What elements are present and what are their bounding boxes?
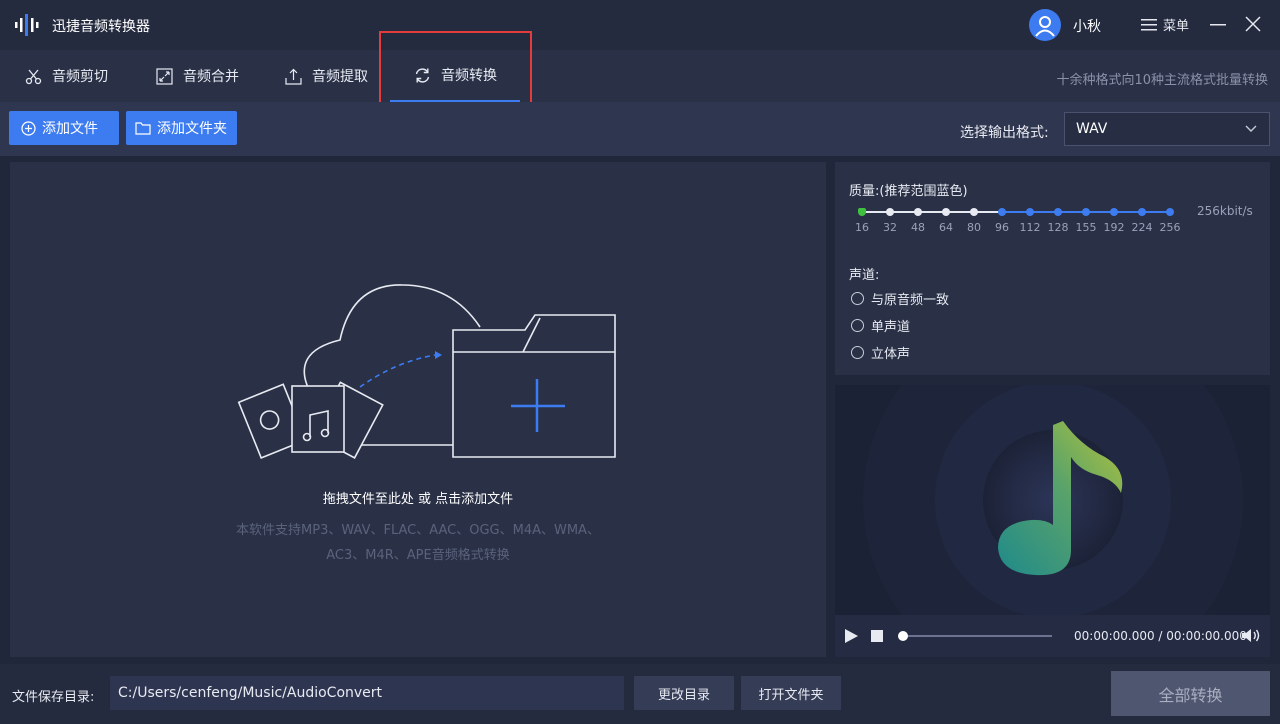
channel-original-radio[interactable]: 与原音频一致 <box>851 289 949 308</box>
radio-label: 单声道 <box>871 320 911 335</box>
time-display: 00:00:00.000 / 00:00:00.000 <box>1074 629 1247 643</box>
channel-label: 声道: <box>849 268 880 283</box>
drop-illustration-icon <box>237 284 616 459</box>
radio-label: 与原音频一致 <box>871 293 950 308</box>
username[interactable]: 小秋 <box>1073 16 1101 36</box>
scissors-icon <box>25 69 42 84</box>
toolbar: 添加文件 添加文件夹 选择输出格式: WAV <box>0 102 1280 156</box>
quality-stop[interactable] <box>886 208 894 216</box>
chevron-down-icon <box>1245 125 1257 132</box>
quality-tick-label: 32 <box>883 221 897 234</box>
quality-tick-label: 96 <box>995 221 1009 234</box>
user-icon <box>1035 16 1055 37</box>
quality-tick-label: 192 <box>1103 221 1125 234</box>
player-controls: 00:00:00.000 / 00:00:00.000 <box>835 615 1270 657</box>
quality-tick-label: 64 <box>939 221 953 234</box>
app-window: 迅捷音频转换器 小秋 菜单 音频剪切 音频合并 音频提取 音频转换 十余种格式向… <box>0 0 1280 724</box>
tab-label: 音频合并 <box>183 69 239 85</box>
change-dir-label: 更改目录 <box>657 687 710 703</box>
supported-formats: 本软件支持MP3、WAV、FLAC、AAC、OGG、M4A、WMA、 AC3、M… <box>220 518 616 568</box>
quality-stop[interactable] <box>914 208 922 216</box>
quality-stop[interactable] <box>998 208 1006 216</box>
channel-mono-radio[interactable]: 单声道 <box>851 316 910 335</box>
format-select[interactable]: WAV <box>1064 112 1270 146</box>
seek-handle[interactable] <box>898 631 908 641</box>
save-path-value: C:/Users/cenfeng/Music/AudioConvert <box>118 685 383 701</box>
title-bar: 迅捷音频转换器 小秋 菜单 <box>0 0 1280 50</box>
play-icon[interactable] <box>844 628 859 644</box>
quality-label: 质量:(推荐范围蓝色) <box>849 184 968 199</box>
channel-stereo-radio[interactable]: 立体声 <box>851 343 910 362</box>
settings-panel: 质量:(推荐范围蓝色) 16 32 48 64 80 96 112 128 155 192 224 2… <box>835 162 1270 375</box>
radio-circle <box>851 346 864 359</box>
quality-tick-label: 16 <box>855 221 869 234</box>
tab-bar: 音频剪切 音频合并 音频提取 音频转换 十余种格式向10种主流格式批量转换 <box>0 50 1280 102</box>
open-folder-button[interactable]: 打开文件夹 <box>741 676 841 710</box>
seek-bar[interactable] <box>898 631 1052 641</box>
supported-formats-line: 本软件支持MP3、WAV、FLAC、AAC、OGG、M4A、WMA、 <box>236 523 600 538</box>
open-folder-label: 打开文件夹 <box>758 687 824 703</box>
quality-tick-label: 112 <box>1019 221 1041 234</box>
folder-icon <box>135 122 151 135</box>
tab-hint: 十余种格式向10种主流格式批量转换 <box>1056 73 1268 88</box>
add-folder-button[interactable]: 添加文件夹 <box>126 111 237 145</box>
save-path-field[interactable]: C:/Users/cenfeng/Music/AudioConvert <box>110 676 624 710</box>
minimize-icon[interactable] <box>1209 15 1227 33</box>
quality-tick-label: 256 <box>1159 221 1181 234</box>
player-artwork <box>835 385 1270 615</box>
music-note-icon <box>863 385 1243 615</box>
user-avatar[interactable] <box>1029 9 1061 41</box>
quality-track-low <box>862 211 1002 213</box>
format-label: 选择输出格式: <box>960 125 1049 141</box>
save-dir-label: 文件保存目录: <box>12 690 95 705</box>
drop-zone[interactable]: 拖拽文件至此处 或 点击添加文件 本软件支持MP3、WAV、FLAC、AAC、O… <box>10 162 826 657</box>
quality-stop[interactable] <box>1082 208 1090 216</box>
add-file-label: 添加文件 <box>42 121 98 137</box>
format-value: WAV <box>1076 121 1108 137</box>
volume-icon[interactable] <box>1241 627 1261 644</box>
radio-label: 立体声 <box>871 347 911 362</box>
quality-slider[interactable] <box>858 208 1174 216</box>
tab-merge[interactable]: 音频合并 <box>156 50 239 102</box>
menu-label: 菜单 <box>1163 19 1190 34</box>
extract-icon <box>285 68 302 85</box>
radio-circle <box>851 292 864 305</box>
app-logo-icon <box>15 14 39 36</box>
quality-stop[interactable] <box>1054 208 1062 216</box>
supported-formats-line: AC3、M4R、APE音频格式转换 <box>326 548 510 563</box>
plus-circle-icon <box>21 120 36 136</box>
hamburger-icon <box>1141 18 1157 30</box>
menu-button[interactable]: 菜单 <box>1141 15 1189 34</box>
quality-stop[interactable] <box>858 208 866 216</box>
add-folder-label: 添加文件夹 <box>157 121 227 137</box>
bottom-bar: 文件保存目录: C:/Users/cenfeng/Music/AudioConv… <box>0 664 1280 724</box>
convert-all-label: 全部转换 <box>1158 685 1223 705</box>
quality-stop[interactable] <box>942 208 950 216</box>
app-title: 迅捷音频转换器 <box>52 19 150 35</box>
drop-instruction: 拖拽文件至此处 或 点击添加文件 <box>322 492 514 507</box>
tab-extract[interactable]: 音频提取 <box>285 50 368 102</box>
quality-stop[interactable] <box>970 208 978 216</box>
quality-stop[interactable] <box>1026 208 1034 216</box>
quality-stop[interactable] <box>1110 208 1118 216</box>
convert-all-button[interactable]: 全部转换 <box>1111 671 1270 716</box>
quality-tick-label: 128 <box>1047 221 1069 234</box>
tab-label: 音频剪切 <box>52 69 108 85</box>
quality-tick-label: 48 <box>911 221 925 234</box>
quality-stop[interactable] <box>1138 208 1146 216</box>
quality-stop[interactable] <box>1166 208 1174 216</box>
change-dir-button[interactable]: 更改目录 <box>634 676 734 710</box>
quality-tick-label: 80 <box>967 221 981 234</box>
tab-cut[interactable]: 音频剪切 <box>25 50 108 102</box>
merge-icon <box>156 67 173 85</box>
radio-circle <box>851 319 864 332</box>
audio-player: 00:00:00.000 / 00:00:00.000 <box>835 385 1270 657</box>
close-icon[interactable] <box>1244 15 1262 33</box>
quality-tick-label: 155 <box>1075 221 1097 234</box>
tab-label: 音频提取 <box>312 69 368 85</box>
stop-icon[interactable] <box>871 630 883 642</box>
quality-value: 256kbit/s <box>1197 204 1253 218</box>
add-file-button[interactable]: 添加文件 <box>9 111 119 145</box>
quality-tick-label: 224 <box>1131 221 1153 234</box>
